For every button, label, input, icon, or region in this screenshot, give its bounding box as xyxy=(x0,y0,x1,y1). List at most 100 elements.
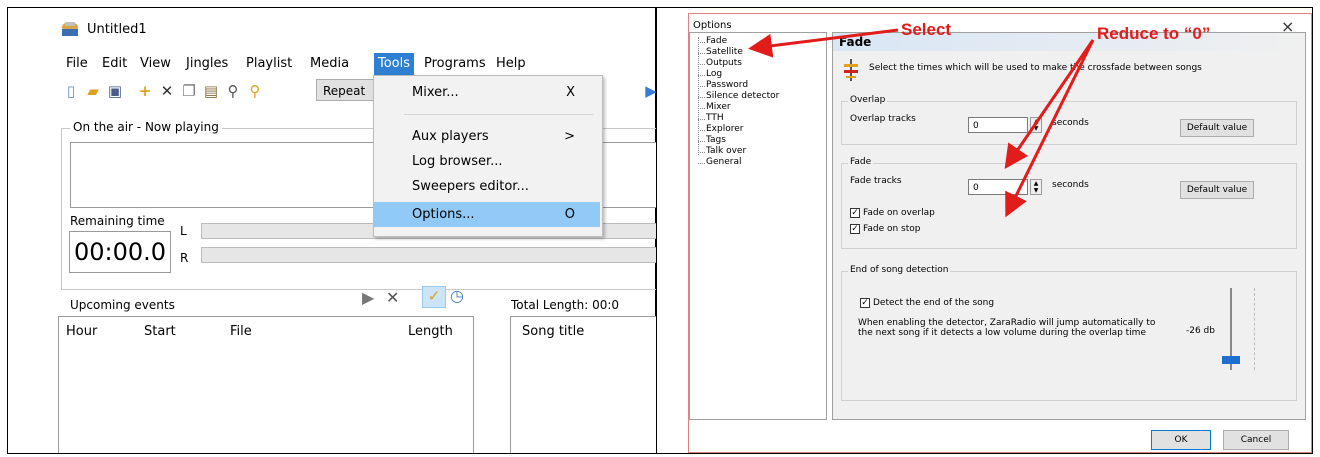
play-event-icon[interactable]: ▶ xyxy=(362,288,374,307)
detect-end-checkbox[interactable]: ✓ xyxy=(860,298,870,308)
fade-description: Select the times which will be used to m… xyxy=(869,63,1202,73)
menu-item-sweepers-editor[interactable]: Sweepers editor... xyxy=(374,174,600,199)
fade-default-button[interactable]: Default value xyxy=(1180,181,1254,199)
overlap-group-title: Overlap xyxy=(848,95,888,105)
tree-item-log[interactable]: Log xyxy=(706,69,722,80)
zararadio-window: Untitled1 File Edit View Jingles Playlis… xyxy=(56,14,656,453)
remaining-time-label: Remaining time xyxy=(70,214,165,228)
ok-button[interactable]: OK xyxy=(1151,430,1211,450)
tree-item-mixer[interactable]: Mixer xyxy=(706,102,731,113)
repeat-button[interactable]: Repeat xyxy=(316,79,374,101)
tree-item-fade[interactable]: Fade xyxy=(706,36,727,47)
column-song-title[interactable]: Song title xyxy=(522,324,584,339)
cancel-button[interactable]: Cancel xyxy=(1223,430,1289,450)
level-meter-r xyxy=(201,247,656,263)
tree-item-tags[interactable]: Tags xyxy=(706,135,726,146)
play-arrow-icon[interactable]: ▶ xyxy=(642,82,656,100)
tree-connector xyxy=(698,163,705,164)
tree-connector xyxy=(698,152,705,153)
fade-seconds-label: seconds xyxy=(1052,180,1089,190)
paste-icon[interactable]: ▤ xyxy=(202,82,220,100)
menu-tools[interactable]: Tools xyxy=(374,53,415,75)
overlap-spinner[interactable]: ▲ ▼ xyxy=(1030,117,1042,133)
overlap-default-button[interactable]: Default value xyxy=(1180,119,1254,137)
tree-item-tth[interactable]: TTH xyxy=(706,113,724,124)
options-tree: Fade Satellite Outputs Log Password Sile… xyxy=(689,32,827,420)
menu-item-log-browser[interactable]: Log browser... xyxy=(374,149,600,174)
channel-r-label: R xyxy=(180,251,189,265)
end-of-song-group-title: End of song detection xyxy=(848,265,951,275)
copy-icon[interactable]: ❐ xyxy=(180,82,198,100)
tree-item-outputs[interactable]: Outputs xyxy=(706,58,742,69)
tree-connector xyxy=(698,119,705,120)
overlap-tracks-label: Overlap tracks xyxy=(850,114,916,124)
find-icon[interactable]: ⚲ xyxy=(224,82,242,100)
fade-on-overlap-label: Fade on overlap xyxy=(863,208,935,218)
open-folder-icon[interactable]: ▰ xyxy=(84,82,102,100)
mixer-fader-icon xyxy=(844,59,858,81)
title-bar: Untitled1 xyxy=(56,14,656,44)
reduce-annotation: Reduce to “0” xyxy=(1097,24,1211,43)
on-air-label: On the air - Now playing xyxy=(70,120,222,134)
column-hour[interactable]: Hour xyxy=(66,324,97,339)
tree-connector xyxy=(698,108,705,109)
remove-event-icon[interactable]: ✕ xyxy=(386,288,399,307)
clock-event-icon[interactable]: ◷ xyxy=(450,286,464,305)
menu-edit[interactable]: Edit xyxy=(98,53,131,75)
menu-playlist[interactable]: Playlist xyxy=(242,53,296,75)
column-file[interactable]: File xyxy=(230,324,252,339)
fade-spinner[interactable]: ▲ ▼ xyxy=(1030,179,1042,195)
menu-item-aux-players[interactable]: Aux players > xyxy=(374,124,600,149)
add-icon[interactable]: + xyxy=(136,82,154,100)
menu-jingles[interactable]: Jingles xyxy=(182,53,232,75)
tree-connector xyxy=(698,64,705,65)
check-event-icon[interactable]: ✓ xyxy=(422,286,446,308)
overlap-seconds-label: seconds xyxy=(1052,118,1089,128)
delete-icon[interactable]: ✕ xyxy=(158,82,176,100)
tree-item-silence-detector[interactable]: Silence detector xyxy=(706,91,779,102)
column-length[interactable]: Length xyxy=(408,324,453,339)
tree-item-explorer[interactable]: Explorer xyxy=(706,124,743,135)
overlap-tracks-input[interactable]: 0 xyxy=(968,117,1028,133)
detect-description-line-1: When enabling the detector, ZaraRadio wi… xyxy=(858,318,1156,328)
channel-l-label: L xyxy=(180,224,187,238)
overlap-group: Overlap Overlap tracks 0 ▲ ▼ seconds Defa… xyxy=(841,95,1297,145)
tools-menu: Mixer... X Aux players > Log browser... Sw… xyxy=(373,75,603,237)
new-file-icon[interactable]: ▯ xyxy=(62,82,80,100)
threshold-slider-thumb[interactable] xyxy=(1222,356,1240,364)
fade-tracks-label: Fade tracks xyxy=(850,176,902,186)
save-icon[interactable]: ▣ xyxy=(106,82,124,100)
menu-view[interactable]: View xyxy=(136,53,175,75)
tree-item-satellite[interactable]: Satellite xyxy=(706,47,743,58)
fade-on-stop-label: Fade on stop xyxy=(863,224,921,234)
tree-connector xyxy=(698,75,705,76)
tree-item-general[interactable]: General xyxy=(706,157,741,168)
detect-description-line-2: the next song if it detects a low volume… xyxy=(858,328,1146,338)
upcoming-events-label: Upcoming events xyxy=(70,298,175,312)
select-annotation: Select xyxy=(901,20,952,39)
find-folder-icon[interactable]: ⚲ xyxy=(246,82,264,100)
fade-on-stop-checkbox[interactable]: ✓ xyxy=(850,224,860,234)
tree-item-talk-over[interactable]: Talk over xyxy=(706,146,746,157)
fade-on-overlap-checkbox[interactable]: ✓ xyxy=(850,208,860,218)
column-start[interactable]: Start xyxy=(144,324,176,339)
menu-file[interactable]: File xyxy=(62,53,92,75)
menu-separator xyxy=(404,114,594,115)
menu-help[interactable]: Help xyxy=(492,53,530,75)
menu-bar: File Edit View Jingles Playlist Media To… xyxy=(56,53,656,75)
app-icon xyxy=(62,22,78,36)
tree-item-password[interactable]: Password xyxy=(706,80,748,91)
menu-item-options[interactable]: Options... O xyxy=(374,202,600,227)
menu-media[interactable]: Media xyxy=(306,53,353,75)
end-of-song-group: End of song detection ✓ Detect the end o… xyxy=(841,265,1297,401)
tree-connector xyxy=(698,42,705,43)
tree-connector xyxy=(698,130,705,131)
dialog-title: Options xyxy=(693,20,732,31)
fade-group: Fade Fade tracks 0 ▲ ▼ seconds Default va… xyxy=(841,157,1297,249)
fade-tracks-input[interactable]: 0 xyxy=(968,179,1028,195)
menu-item-mixer[interactable]: Mixer... X xyxy=(374,80,600,105)
fade-panel: Fade Select the times which will be used… xyxy=(832,32,1306,420)
tree-guide-line xyxy=(698,37,699,155)
menu-programs[interactable]: Programs xyxy=(420,53,490,75)
detect-end-label: Detect the end of the song xyxy=(873,298,995,308)
